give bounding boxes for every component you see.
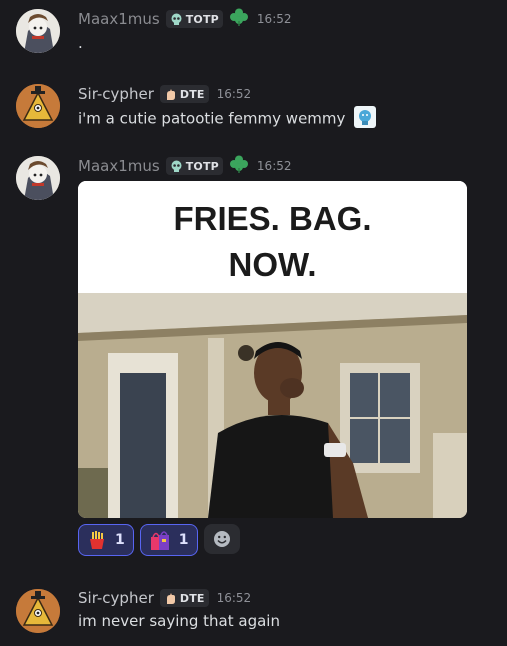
server-tag[interactable]: DTE	[159, 589, 209, 607]
username[interactable]: Maax1mus	[78, 157, 160, 175]
username[interactable]: Sir-cypher	[78, 589, 154, 607]
reactions-bar: 1 1	[78, 524, 240, 556]
caption-line-2: NOW.	[228, 246, 317, 283]
custom-emoji[interactable]	[354, 106, 377, 128]
avatar[interactable]	[16, 156, 60, 200]
server-tag[interactable]: DTE	[159, 85, 209, 103]
message-text: i'm a cutie patootie femmy wemmy	[78, 109, 346, 128]
message-header: Sir-cypher DTE 16:52	[78, 83, 251, 105]
server-tag-label: DTE	[179, 591, 205, 605]
reaction-shopping-bags[interactable]: 1	[139, 524, 198, 556]
skull-icon	[171, 160, 182, 172]
avatar[interactable]	[16, 84, 60, 128]
shopping-bags-emoji	[150, 531, 169, 550]
username[interactable]: Maax1mus	[78, 10, 160, 28]
reaction-count: 1	[115, 532, 125, 548]
add-reaction-button[interactable]	[203, 524, 240, 554]
timestamp[interactable]: 16:52	[257, 159, 292, 173]
meme-caption: FRIES. BAG. NOW.	[78, 181, 467, 293]
server-tag[interactable]: TOTP	[165, 10, 223, 28]
message-content: im never saying that again	[78, 612, 280, 630]
username[interactable]: Sir-cypher	[78, 85, 154, 103]
server-tag[interactable]: TOTP	[165, 157, 223, 175]
gif-attachment[interactable]: FRIES. BAG. NOW.	[78, 181, 467, 518]
message-header: Maax1mus TOTP 16:52	[78, 155, 292, 177]
clover-icon[interactable]	[229, 154, 249, 178]
pinched-hand-icon	[166, 88, 175, 100]
message-header: Sir-cypher DTE 16:52	[78, 587, 251, 609]
timestamp[interactable]: 16:52	[217, 87, 252, 101]
server-tag-label: DTE	[179, 87, 205, 101]
clover-icon[interactable]	[229, 7, 249, 31]
message-header: Maax1mus TOTP 16:52	[78, 8, 292, 30]
avatar[interactable]	[16, 9, 60, 53]
avatar[interactable]	[16, 589, 60, 633]
caption-line-1: FRIES. BAG.	[173, 200, 372, 237]
skull-icon	[171, 13, 182, 25]
pinched-hand-icon	[166, 592, 175, 604]
reaction-count: 1	[178, 532, 189, 548]
message-content: .	[78, 34, 83, 52]
fries-emoji	[90, 531, 104, 549]
server-tag-label: TOTP	[185, 159, 219, 173]
timestamp[interactable]: 16:52	[257, 12, 292, 26]
server-tag-label: TOTP	[185, 12, 219, 26]
timestamp[interactable]: 16:52	[217, 591, 252, 605]
message-content: i'm a cutie patootie femmy wemmy	[78, 106, 377, 130]
reaction-fries[interactable]: 1	[78, 524, 134, 556]
gif-scene	[78, 293, 467, 518]
smiley-icon	[213, 531, 230, 547]
